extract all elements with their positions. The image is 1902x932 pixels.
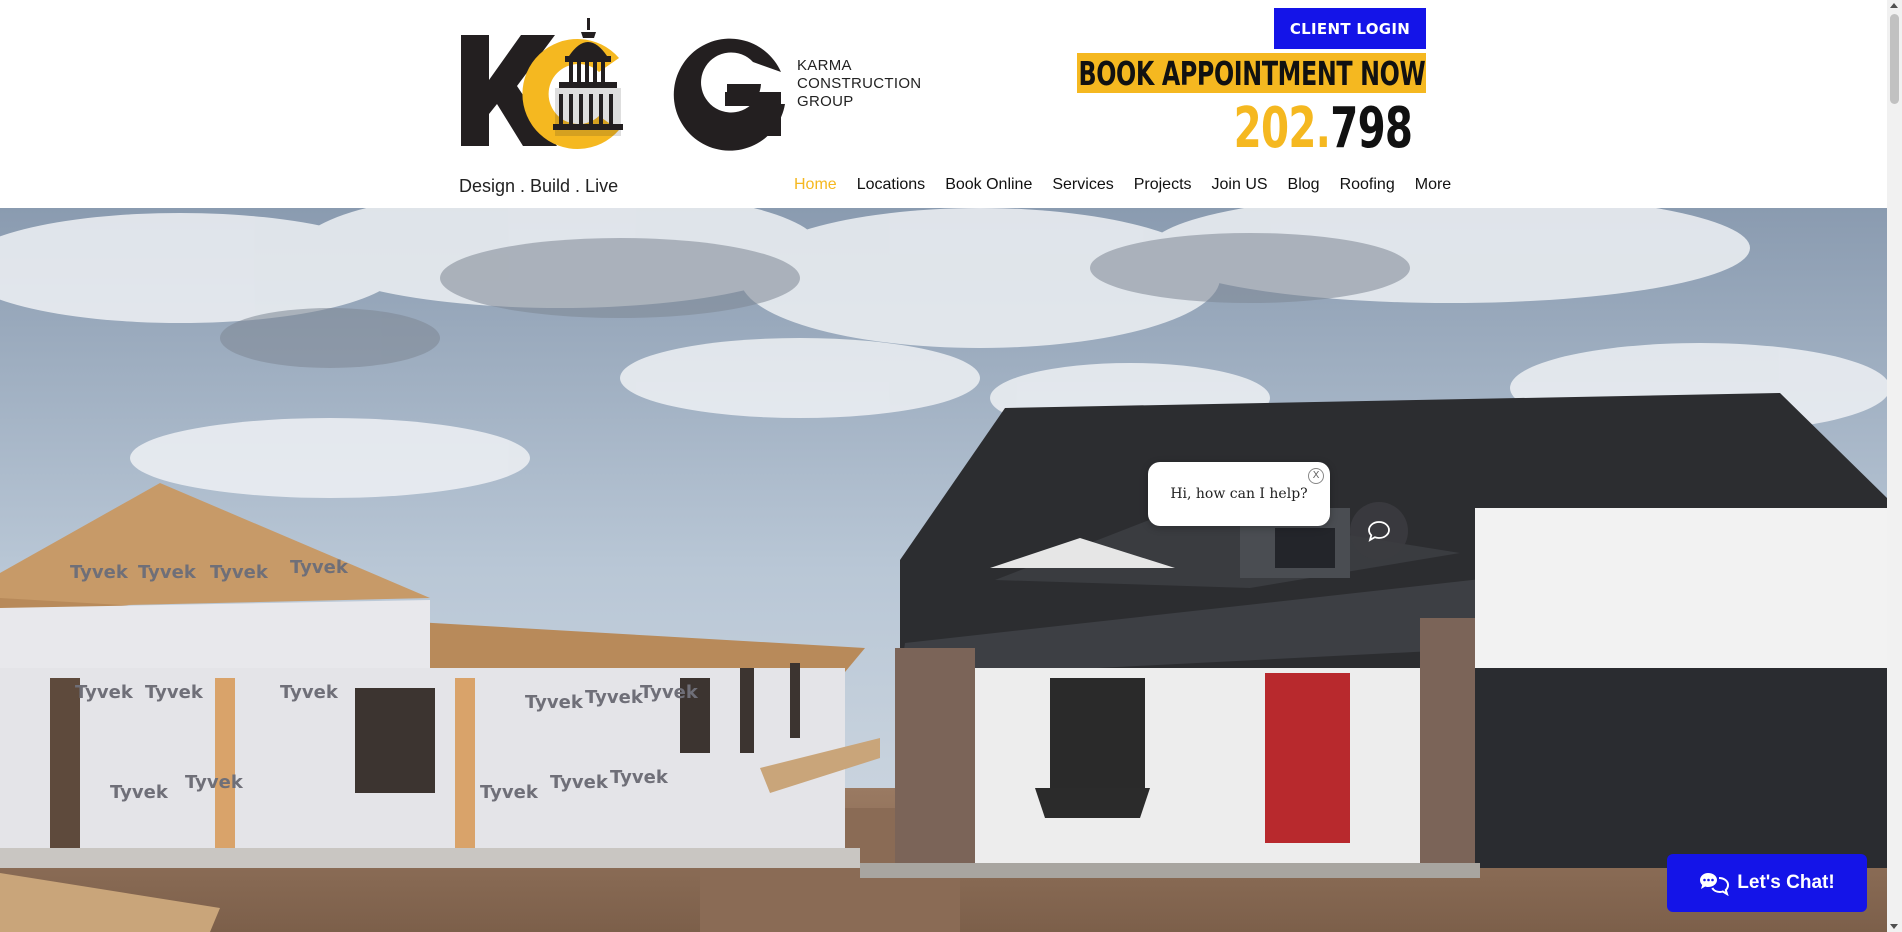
tyvek-wrap-label: Tyvek [185,772,244,793]
hero-image: Tyvek Tyvek Tyvek TyvekTyvek Tyvek Tyvek Tyvek… [0,208,1887,932]
tyvek-wrap-label: Tyvek [210,562,269,583]
tyvek-wrap-label: Tyvek [145,682,204,703]
chat-greeting-text: Hi, how can I help? [1170,486,1308,502]
tyvek-wrap-label: Tyvek [525,692,584,713]
scroll-down-icon[interactable] [1890,924,1898,929]
nav-item-services[interactable]: Services [1042,176,1123,200]
site-header: KARMA CONSTRUCTION GROUP Design . Build … [0,0,1887,208]
tyvek-wrap-label: Tyvek [110,782,169,803]
nav-item-home[interactable]: Home [784,176,847,200]
tyvek-wrap-label: Tyvek [138,562,197,583]
scrollbar-thumb[interactable] [1890,14,1899,104]
chat-bubble-icon [1368,521,1390,542]
chat-greeting-bubble[interactable]: Hi, how can I help? X [1148,462,1330,526]
hero-video-background: Tyvek Tyvek Tyvek Tyvek Tyvek Tyvek Tyvek Tyvek… [0,208,1887,932]
company-name-line-3: GROUP [797,93,854,110]
kcg-logo[interactable] [459,18,789,152]
phone-area-code: 202. [1233,100,1331,158]
tyvek-wrap-label: Tyvek [550,772,609,793]
nav-item-locations[interactable]: Locations [847,176,936,200]
tyvek-wrap-label: Tyvek [480,782,539,803]
tyvek-wrap-label: Tyvek [280,682,339,703]
company-name-line-2: CONSTRUCTION [797,75,922,92]
company-name-line-1: KARMA [797,57,852,74]
tyvek-wrap-label: Tyvek [640,682,699,703]
nav-item-join-us[interactable]: Join US [1202,176,1278,200]
tyvek-wrap-label: Tyvek [70,562,129,583]
tyvek-wrap-label: Tyvek [290,557,349,578]
chat-open-button[interactable] [1350,502,1408,560]
page-scrollbar[interactable] [1887,0,1902,932]
nav-item-more[interactable]: More [1405,176,1461,200]
close-icon[interactable]: X [1308,468,1324,484]
phone-number[interactable]: 202.798.7663 [1116,100,1416,158]
lets-chat-button[interactable]: Let's Chat! [1667,854,1867,912]
book-appointment-label: BOOK APPOINTMENT NOW [1078,53,1425,93]
tyvek-wrap-label: Tyvek [75,682,134,703]
chat-icon [1700,873,1730,896]
main-nav: Home Locations Book Online Services Proj… [784,176,1461,200]
nav-item-projects[interactable]: Projects [1124,176,1202,200]
tyvek-wrap-label: Tyvek [585,687,644,708]
tagline: Design . Build . Live [459,176,619,196]
book-appointment-button[interactable]: BOOK APPOINTMENT NOW [1077,53,1426,93]
nav-item-roofing[interactable]: Roofing [1330,176,1405,200]
nav-item-book-online[interactable]: Book Online [935,176,1042,200]
scroll-up-icon[interactable] [1890,3,1898,8]
nav-item-blog[interactable]: Blog [1278,176,1330,200]
phone-dot: . [1412,100,1416,158]
client-login-button[interactable]: CLIENT LOGIN [1274,8,1426,49]
phone-prefix: 798 [1330,100,1413,158]
lets-chat-label: Let's Chat! [1737,872,1835,893]
company-name: KARMA CONSTRUCTION GROUP [797,57,921,111]
tyvek-wrap-label: Tyvek [610,767,669,788]
